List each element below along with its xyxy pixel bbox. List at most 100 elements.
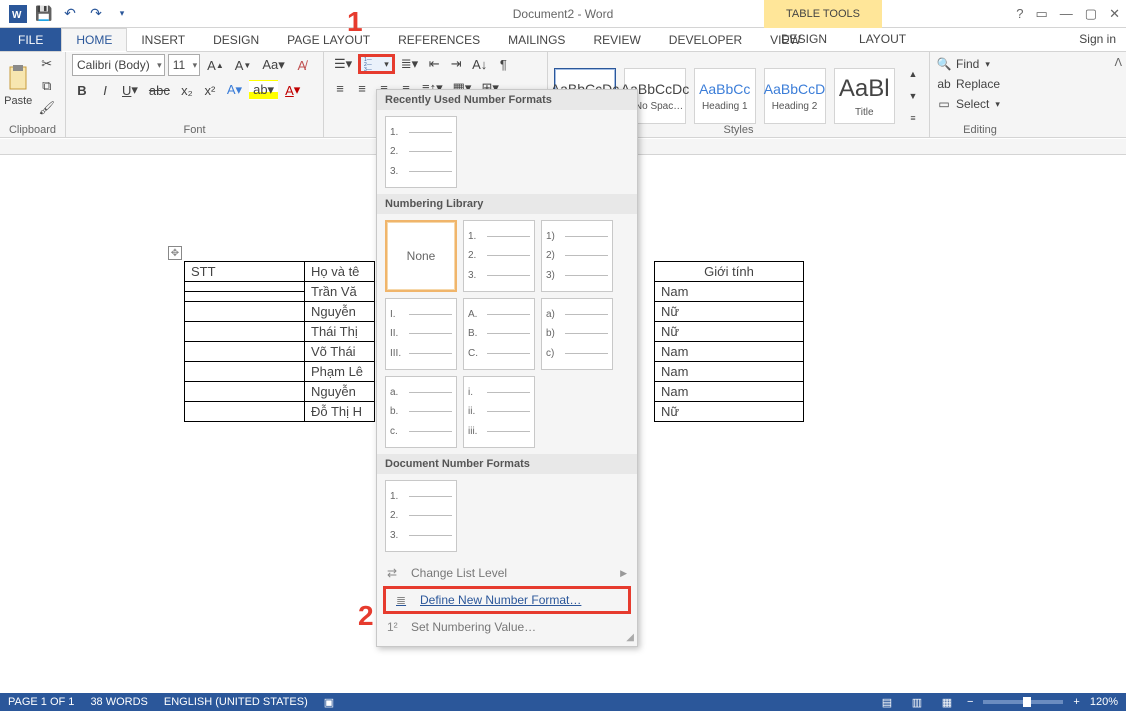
maximize-icon[interactable]: ▢ <box>1085 6 1097 22</box>
shrink-font-icon[interactable]: A▼ <box>231 55 256 75</box>
numbering-option[interactable]: 1.2.3. <box>385 480 457 552</box>
select-button[interactable]: ▭Select▾ <box>936 94 1000 114</box>
tab-review[interactable]: REVIEW <box>579 28 654 51</box>
recent-formats-header: Recently Used Number Formats <box>377 90 637 110</box>
svg-text:W: W <box>12 10 22 21</box>
multilevel-list-icon[interactable]: ≣▾ <box>397 54 422 74</box>
strikethrough-button[interactable]: abc <box>145 80 174 100</box>
define-new-number-format-item[interactable]: ≣ Define New Number Format… <box>386 589 628 611</box>
document-title: Document2 - Word <box>513 7 613 21</box>
table-move-handle[interactable]: ✥ <box>168 246 182 260</box>
tab-file[interactable]: FILE <box>0 28 61 51</box>
tab-table-layout[interactable]: LAYOUT <box>843 28 922 50</box>
undo-icon[interactable]: ↶ <box>58 3 82 25</box>
zoom-slider[interactable] <box>983 700 1063 704</box>
highlight-icon[interactable]: ab▾ <box>249 80 278 100</box>
cut-icon[interactable]: ✂ <box>34 54 59 74</box>
style-heading-2[interactable]: AaBbCcDHeading 2 <box>764 68 826 124</box>
find-icon: 🔍 <box>936 57 952 71</box>
tab-developer[interactable]: DEVELOPER <box>655 28 756 51</box>
numbering-button[interactable]: 1—2—3— ▾ <box>358 54 395 74</box>
change-list-level-item: ⇄ Change List Level ▶ <box>377 562 637 584</box>
text-effects-icon[interactable]: A▾ <box>223 80 246 100</box>
document-table-right[interactable]: Giới tínhNamNữNữNamNamNamNữ <box>654 261 804 422</box>
font-group-label: Font <box>66 124 323 136</box>
numbering-option[interactable]: a)b)c) <box>541 298 613 370</box>
increase-indent-icon[interactable]: ⇥ <box>446 54 466 74</box>
status-language[interactable]: ENGLISH (UNITED STATES) <box>164 696 308 708</box>
document-table-left[interactable]: STTHọ và têTrần VăNguyễnThái ThịVõ TháiP… <box>184 261 375 422</box>
style-title[interactable]: AaBlTitle <box>834 68 896 124</box>
sign-in-link[interactable]: Sign in <box>1079 32 1116 46</box>
paste-label: Paste <box>4 95 32 107</box>
tab-home[interactable]: HOME <box>61 28 127 52</box>
style-heading-1[interactable]: AaBbCcHeading 1 <box>694 68 756 124</box>
numbering-option[interactable]: A.B.C. <box>463 298 535 370</box>
numbering-option[interactable]: i.ii.iii. <box>463 376 535 448</box>
bullets-icon[interactable]: ☰▾ <box>330 54 356 74</box>
tab-design[interactable]: DESIGN <box>199 28 273 51</box>
numbering-library-header: Numbering Library <box>377 194 637 214</box>
hierarchy-icon: ⇄ <box>387 566 403 580</box>
macro-recording-icon[interactable]: ▣ <box>324 696 334 709</box>
dropdown-resize-grip-icon[interactable]: ◢ <box>626 632 634 643</box>
bold-button[interactable]: B <box>72 80 92 100</box>
decrease-indent-icon[interactable]: ⇤ <box>424 54 444 74</box>
numbering-option[interactable]: None <box>385 220 457 292</box>
font-size-combo[interactable]: 11 <box>168 54 200 76</box>
numbering-option[interactable]: 1.2.3. <box>385 116 457 188</box>
tab-mailings[interactable]: MAILINGS <box>494 28 579 51</box>
clipboard-group-label: Clipboard <box>0 124 65 136</box>
align-left-icon[interactable]: ≡ <box>330 78 350 98</box>
superscript-button[interactable]: x² <box>200 80 220 100</box>
sort-icon[interactable]: A↓ <box>468 54 491 74</box>
zoom-level[interactable]: 120% <box>1090 696 1118 708</box>
save-icon[interactable]: 💾 <box>32 3 56 25</box>
svg-text:3—: 3— <box>364 67 372 72</box>
numbering-option[interactable]: a.b.c. <box>385 376 457 448</box>
numbering-option[interactable]: 1)2)3) <box>541 220 613 292</box>
ribbon-display-icon[interactable]: ▭ <box>1036 6 1048 22</box>
tab-insert[interactable]: INSERT <box>127 28 199 51</box>
replace-button[interactable]: abReplace <box>936 74 1000 94</box>
help-icon[interactable]: ? <box>1016 6 1023 22</box>
font-name-combo[interactable]: Calibri (Body) <box>72 54 165 76</box>
styles-scroll-down-icon[interactable]: ▼ <box>903 86 923 106</box>
status-page[interactable]: PAGE 1 OF 1 <box>8 696 74 708</box>
select-icon: ▭ <box>936 97 952 111</box>
italic-button[interactable]: I <box>95 80 115 100</box>
zoom-in-icon[interactable]: + <box>1073 696 1079 708</box>
read-mode-icon[interactable]: ▤ <box>877 695 897 709</box>
change-case-icon[interactable]: Aa▾ <box>258 55 288 75</box>
web-layout-icon[interactable]: ▦ <box>937 695 957 709</box>
tab-page-layout[interactable]: PAGE LAYOUT <box>273 28 384 51</box>
print-layout-icon[interactable]: ▥ <box>907 695 927 709</box>
collapse-ribbon-icon[interactable]: ᐱ <box>1114 56 1122 69</box>
tab-table-design[interactable]: DESIGN <box>765 28 843 50</box>
find-button[interactable]: 🔍Find▾ <box>936 54 990 74</box>
font-color-icon[interactable]: A▾ <box>281 80 304 100</box>
subscript-button[interactable]: x₂ <box>177 80 197 100</box>
styles-scroll-up-icon[interactable]: ▲ <box>903 64 923 84</box>
document-formats-header: Document Number Formats <box>377 454 637 474</box>
underline-button[interactable]: U▾ <box>118 80 142 100</box>
numbering-option[interactable]: I.II.III. <box>385 298 457 370</box>
zoom-out-icon[interactable]: − <box>967 696 973 708</box>
show-marks-icon[interactable]: ¶ <box>493 54 513 74</box>
format-painter-icon[interactable]: 🖌 <box>34 98 59 118</box>
minimize-icon[interactable]: — <box>1060 6 1073 22</box>
numbering-option[interactable]: 1.2.3. <box>463 220 535 292</box>
set-numbering-value-item: 1² Set Numbering Value… <box>377 616 637 638</box>
clear-formatting-icon[interactable]: A̸ <box>292 55 312 75</box>
tab-references[interactable]: REFERENCES <box>384 28 494 51</box>
status-words[interactable]: 38 WORDS <box>90 696 147 708</box>
submenu-arrow-icon: ▶ <box>620 568 627 579</box>
close-icon[interactable]: ✕ <box>1109 6 1120 22</box>
contextual-tools-label: TABLE TOOLS <box>764 0 882 28</box>
grow-font-icon[interactable]: A▲ <box>203 55 228 75</box>
redo-icon[interactable]: ↷ <box>84 3 108 25</box>
copy-icon[interactable]: ⧉ <box>34 76 59 96</box>
qat-customize-icon[interactable]: ▾ <box>110 3 134 25</box>
paste-button[interactable]: Paste <box>6 54 30 118</box>
align-center-icon[interactable]: ≡ <box>352 78 372 98</box>
